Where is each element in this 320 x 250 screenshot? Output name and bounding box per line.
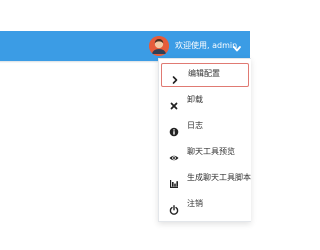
- menu-item-generate-script[interactable]: 生成聊天工具脚本: [159, 167, 251, 191]
- close-icon: [169, 96, 179, 110]
- menu-item-label: 卸载: [187, 95, 203, 104]
- info-icon: [169, 122, 179, 137]
- user-avatar-icon[interactable]: [149, 36, 169, 56]
- menu-item-label: 编辑配置: [188, 69, 220, 78]
- menu-item-logs[interactable]: 日志: [159, 115, 251, 139]
- menu-item-logout[interactable]: 注销: [159, 193, 251, 217]
- bar-chart-icon: [169, 174, 179, 188]
- menu-item-chat-preview[interactable]: 聊天工具预览: [159, 141, 251, 165]
- welcome-text[interactable]: 欢迎使用, admin: [175, 39, 237, 53]
- menu-item-label: 日志: [187, 121, 203, 130]
- menu-item-uninstall[interactable]: 卸载: [159, 89, 251, 113]
- chevron-down-icon[interactable]: [232, 40, 242, 52]
- chevron-right-icon: [170, 70, 180, 84]
- menu-item-label: 聊天工具预览: [187, 147, 235, 156]
- eye-icon: [169, 148, 179, 161]
- user-dropdown-menu: 编辑配置 卸载 日志 聊天工具预览 生成聊天工具脚本 注销: [158, 58, 251, 222]
- menu-item-label: 注销: [187, 199, 203, 208]
- menu-item-label: 生成聊天工具脚本: [187, 173, 251, 182]
- power-icon: [169, 200, 179, 215]
- menu-item-edit-config[interactable]: 编辑配置: [161, 63, 249, 87]
